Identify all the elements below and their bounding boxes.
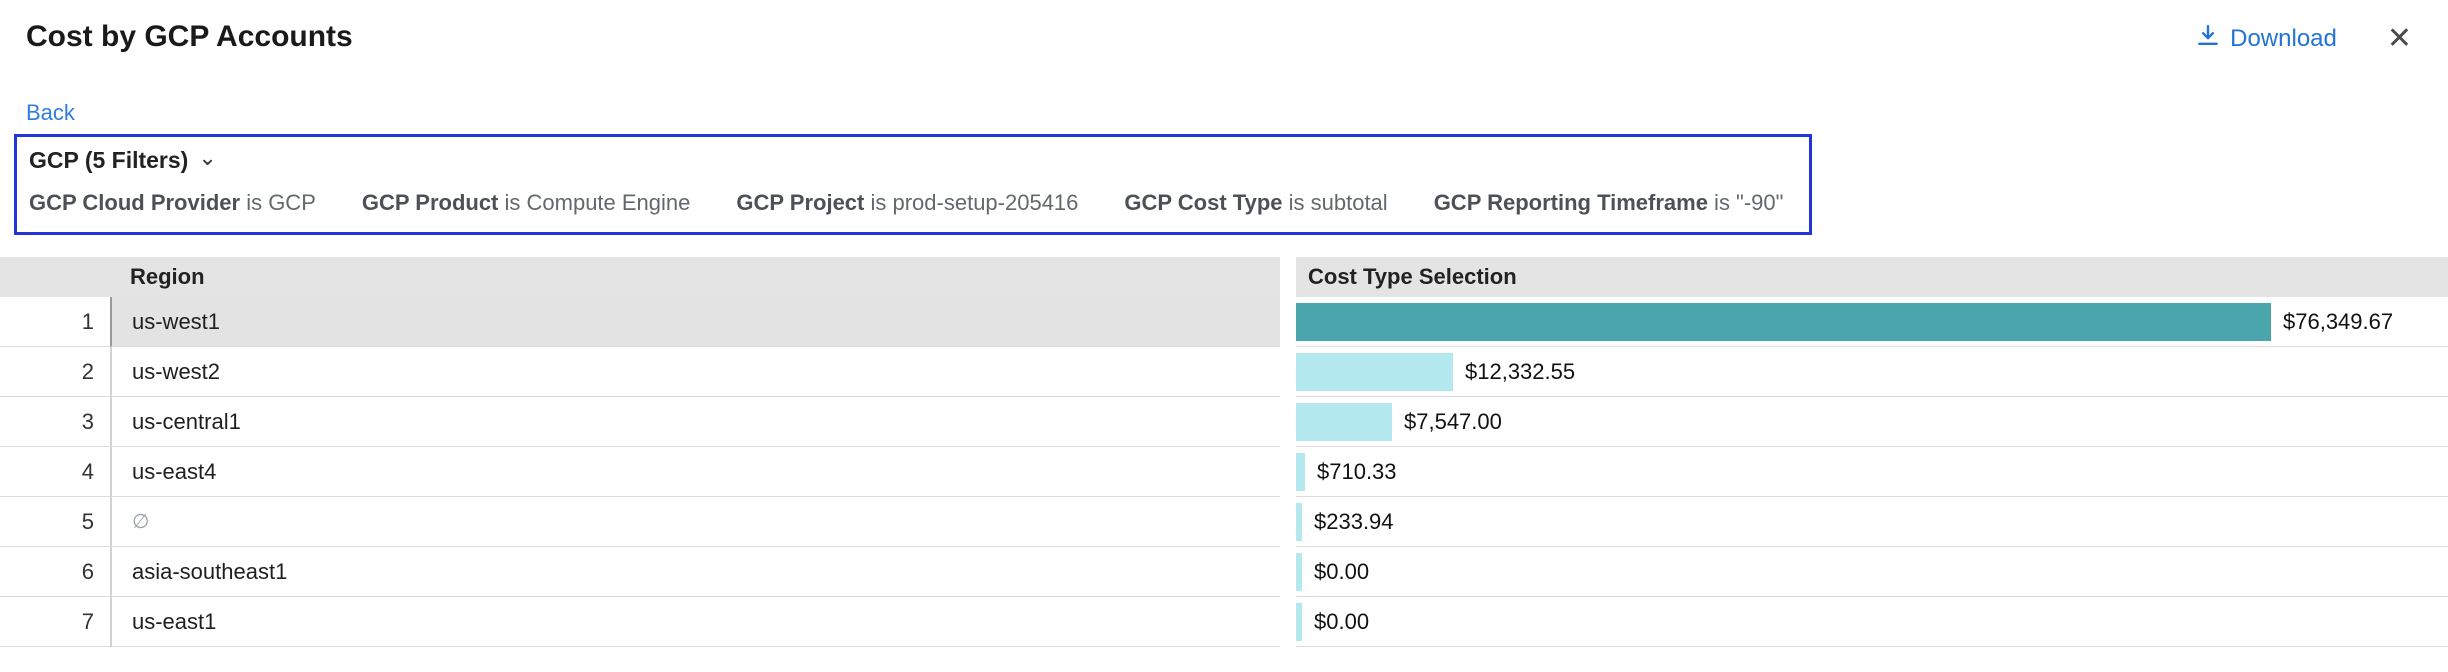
region-cell[interactable]: us-west2 <box>110 347 1280 397</box>
row-number: 2 <box>0 347 110 397</box>
table-header: Region Cost Type Selection <box>0 257 2448 297</box>
cost-cell[interactable]: $0.00 <box>1296 597 2448 647</box>
region-cell[interactable]: us-east1 <box>110 597 1280 647</box>
download-label: Download <box>2230 25 2337 53</box>
cost-bar[interactable] <box>1296 453 1305 491</box>
region-cell[interactable]: us-east4 <box>110 447 1280 497</box>
row-number: 4 <box>0 447 110 497</box>
cost-column-header[interactable]: Cost Type Selection <box>1296 257 2448 297</box>
back-link[interactable]: Back <box>26 100 75 126</box>
filter-item: GCP Reporting Timeframe is "-90" <box>1434 190 1784 216</box>
row-number: 6 <box>0 547 110 597</box>
cost-value: $233.94 <box>1314 509 1394 535</box>
filter-item: GCP Cloud Provider is GCP <box>29 190 316 216</box>
filter-item: GCP Project is prod-setup-205416 <box>736 190 1078 216</box>
filter-summary-label: GCP (5 Filters) <box>29 147 188 174</box>
table-body: 1us-west1$76,349.672us-west2$12,332.553u… <box>0 297 2448 647</box>
filter-item: GCP Cost Type is subtotal <box>1124 190 1387 216</box>
cost-bar[interactable] <box>1296 403 1392 441</box>
cost-bar[interactable] <box>1296 553 1302 591</box>
region-column-header[interactable]: Region <box>110 264 205 290</box>
cost-cell[interactable]: $233.94 <box>1296 497 2448 547</box>
chevron-down-icon: ⌄ <box>198 145 216 171</box>
top-bar: Cost by GCP Accounts Download ✕ <box>0 0 2448 56</box>
cost-cell[interactable]: $76,349.67 <box>1296 297 2448 347</box>
cost-bar[interactable] <box>1296 603 1302 641</box>
download-button[interactable]: Download <box>2196 24 2337 55</box>
row-number: 1 <box>0 297 110 347</box>
row-number: 3 <box>0 397 110 447</box>
filter-item: GCP Product is Compute Engine <box>362 190 691 216</box>
table-row[interactable]: 4us-east4 $710.33 <box>0 447 2448 497</box>
cost-table: Region Cost Type Selection 1us-west1 $76,… <box>0 257 2448 647</box>
row-number: 5 <box>0 497 110 547</box>
cost-value: $0.00 <box>1314 559 1369 585</box>
cost-value: $76,349.67 <box>2283 309 2393 335</box>
region-cell[interactable]: us-central1 <box>110 397 1280 447</box>
region-cell[interactable]: ∅ <box>110 497 1280 547</box>
download-icon <box>2196 24 2220 55</box>
top-actions: Download ✕ <box>2196 20 2418 56</box>
cost-bar[interactable] <box>1296 353 1453 391</box>
cost-value: $12,332.55 <box>1465 359 1575 385</box>
cost-value: $710.33 <box>1317 459 1397 485</box>
filter-details: GCP Cloud Provider is GCP GCP Product is … <box>29 190 1783 216</box>
page-title: Cost by GCP Accounts <box>26 20 353 54</box>
cost-cell[interactable]: $710.33 <box>1296 447 2448 497</box>
region-cell[interactable]: us-west1 <box>110 297 1280 347</box>
filter-summary[interactable]: GCP (5 Filters) ⌄ <box>29 147 1783 174</box>
row-number: 7 <box>0 597 110 647</box>
table-row[interactable]: 1us-west1 $76,349.67 <box>0 297 2448 347</box>
cost-bar[interactable] <box>1296 503 1302 541</box>
table-row[interactable]: 7us-east1 $0.00 <box>0 597 2448 647</box>
cost-cell[interactable]: $7,547.00 <box>1296 397 2448 447</box>
region-cell[interactable]: asia-southeast1 <box>110 547 1280 597</box>
table-row[interactable]: 5∅ $233.94 <box>0 497 2448 547</box>
cost-cell[interactable]: $0.00 <box>1296 547 2448 597</box>
cost-bar[interactable] <box>1296 303 2271 341</box>
filter-box: GCP (5 Filters) ⌄ GCP Cloud Provider is … <box>14 134 1812 235</box>
table-row[interactable]: 3us-central1 $7,547.00 <box>0 397 2448 447</box>
cost-cell[interactable]: $12,332.55 <box>1296 347 2448 397</box>
table-row[interactable]: 2us-west2 $12,332.55 <box>0 347 2448 397</box>
table-row[interactable]: 6asia-southeast1 $0.00 <box>0 547 2448 597</box>
cost-value: $7,547.00 <box>1404 409 1502 435</box>
close-icon[interactable]: ✕ <box>2381 22 2418 56</box>
cost-value: $0.00 <box>1314 609 1369 635</box>
